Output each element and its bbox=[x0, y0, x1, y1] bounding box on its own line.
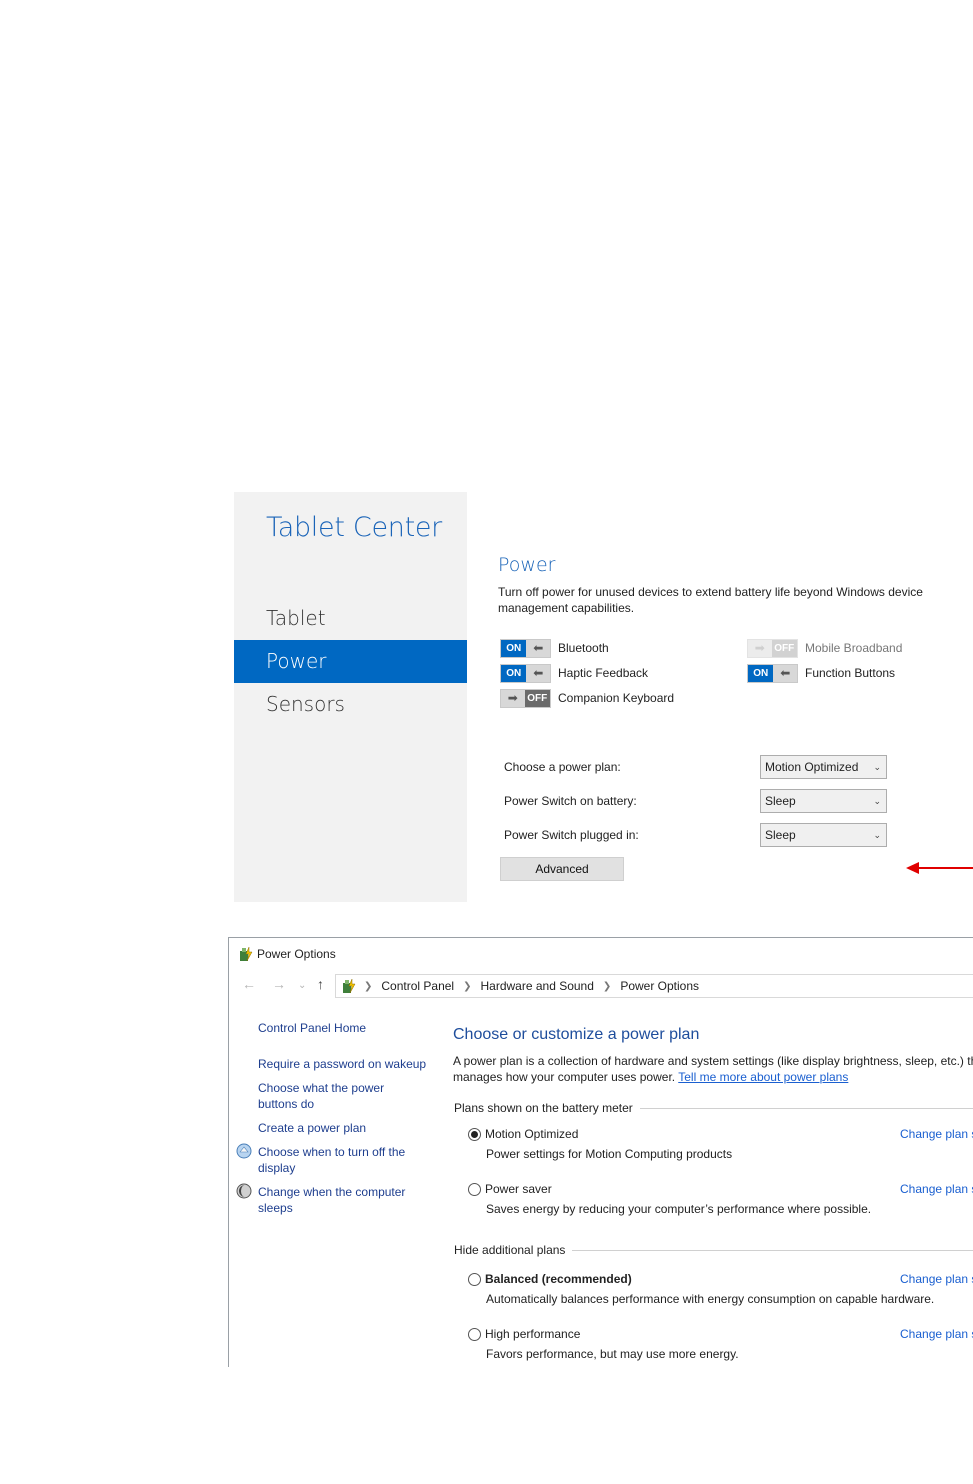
bluetooth-toggle[interactable]: ON ⬅ bbox=[500, 638, 551, 658]
tablet-center-sidebar: Tablet Center Tablet Power Sensors bbox=[234, 492, 467, 902]
address-bar: ← → ⌄ ↑ ❯ Control Panel ❯ Hardware and S… bbox=[229, 974, 973, 998]
breadcrumb-control-panel[interactable]: Control Panel bbox=[381, 979, 454, 993]
arrow-left-icon: ⬅ bbox=[526, 664, 550, 682]
switch-battery-label: Power Switch on battery: bbox=[504, 794, 637, 808]
annotation-arrow-icon bbox=[906, 862, 973, 874]
advanced-button[interactable]: Advanced bbox=[500, 857, 624, 881]
plan-radio[interactable] bbox=[468, 1328, 481, 1341]
plan-description: Power settings for Motion Computing prod… bbox=[486, 1147, 733, 1161]
change-plan-settings-link[interactable]: Change plan settings bbox=[900, 1182, 973, 1196]
dropdown-value: Sleep bbox=[765, 828, 796, 842]
toggle-label: Bluetooth bbox=[558, 641, 609, 655]
plan-description: Automatically balances performance with … bbox=[486, 1292, 935, 1306]
change-plan-settings-link[interactable]: Change plan settings bbox=[900, 1327, 973, 1341]
dropdown-value: Sleep bbox=[765, 794, 796, 808]
control-panel-icon bbox=[343, 978, 356, 994]
recent-chevron-down-icon[interactable]: ⌄ bbox=[298, 980, 306, 991]
sleep-moon-icon bbox=[236, 1183, 252, 1199]
page-description: A power plan is a collection of hardware… bbox=[453, 1053, 973, 1085]
switch-battery-dropdown[interactable]: Sleep ⌄ bbox=[760, 789, 887, 813]
toggle-row-mobile-broadband: ➡ OFF Mobile Broadband bbox=[747, 638, 902, 658]
breadcrumb-chevron-icon: ❯ bbox=[463, 980, 472, 992]
plan-radio[interactable] bbox=[468, 1273, 481, 1286]
hidden-plans-group-header[interactable]: Hide additional plans bbox=[454, 1243, 973, 1257]
function-buttons-toggle[interactable]: ON ⬅ bbox=[747, 663, 798, 683]
nav-item-sensors[interactable]: Sensors bbox=[234, 683, 467, 726]
plan-radio[interactable] bbox=[468, 1128, 481, 1141]
create-plan-link[interactable]: Create a power plan bbox=[258, 1120, 433, 1136]
page-title: Choose or customize a power plan bbox=[453, 1026, 700, 1043]
arrow-right-icon: ➡ bbox=[501, 689, 525, 707]
display-icon bbox=[236, 1143, 252, 1159]
arrow-left-icon: ⬅ bbox=[773, 664, 797, 682]
computer-sleeps-link[interactable]: Change when the computer sleeps bbox=[258, 1184, 418, 1216]
toggle-label: Haptic Feedback bbox=[558, 666, 649, 680]
learn-more-link[interactable]: Tell me more about power plans bbox=[678, 1070, 848, 1084]
change-plan-settings-link[interactable]: Change plan settings bbox=[900, 1272, 973, 1286]
breadcrumb-hardware-sound[interactable]: Hardware and Sound bbox=[481, 979, 594, 993]
arrow-left-icon: ⬅ bbox=[526, 639, 550, 657]
plan-name[interactable]: Power saver bbox=[485, 1182, 552, 1196]
companion-keyboard-toggle[interactable]: ➡ OFF bbox=[500, 688, 551, 708]
chevron-down-icon: ⌄ bbox=[873, 796, 881, 806]
toggle-label: Function Buttons bbox=[805, 666, 896, 680]
nav-item-power[interactable]: Power bbox=[234, 640, 467, 683]
breadcrumb-power-options[interactable]: Power Options bbox=[620, 979, 699, 993]
section-description: Turn off power for unused devices to ext… bbox=[498, 585, 923, 615]
toggle-state: OFF bbox=[524, 689, 550, 707]
toggle-label: Mobile Broadband bbox=[805, 641, 903, 655]
plan-name[interactable]: Motion Optimized bbox=[485, 1127, 578, 1141]
plan-description: Favors performance, but may use more ene… bbox=[486, 1347, 739, 1361]
breadcrumb-chevron-icon: ❯ bbox=[602, 980, 612, 992]
toggle-row-function-buttons: ON ⬅ Function Buttons bbox=[747, 663, 895, 683]
power-plan-label: Choose a power plan: bbox=[504, 760, 621, 774]
plan-radio[interactable] bbox=[468, 1183, 481, 1196]
up-arrow-icon[interactable]: ↑ bbox=[317, 976, 324, 992]
toggle-row-companion-keyboard: ➡ OFF Companion Keyboard bbox=[500, 688, 674, 708]
group-title: Plans shown on the battery meter bbox=[454, 1101, 633, 1115]
toggle-label: Companion Keyboard bbox=[558, 691, 675, 705]
mobile-broadband-toggle: ➡ OFF bbox=[747, 638, 798, 658]
chevron-down-icon: ⌄ bbox=[873, 762, 881, 772]
divider bbox=[639, 1107, 973, 1109]
turn-off-display-link[interactable]: Choose when to turn off the display bbox=[258, 1144, 418, 1176]
plan-name[interactable]: Balanced (recommended) bbox=[485, 1272, 632, 1286]
power-panel: Power Turn off power for unused devices … bbox=[498, 492, 973, 902]
toggle-state: ON bbox=[501, 664, 527, 682]
arrow-right-icon: ➡ bbox=[748, 639, 772, 657]
toggle-state: ON bbox=[748, 664, 774, 682]
toggle-state: OFF bbox=[771, 639, 797, 657]
power-plan-dropdown[interactable]: Motion Optimized ⌄ bbox=[760, 755, 887, 779]
plan-name[interactable]: High performance bbox=[485, 1327, 580, 1341]
app-title: Tablet Center bbox=[266, 512, 442, 543]
window-title: Power Options bbox=[257, 947, 336, 961]
toggle-row-bluetooth: ON ⬅ Bluetooth bbox=[500, 638, 609, 658]
nav-item-tablet[interactable]: Tablet bbox=[234, 597, 467, 640]
chevron-down-icon: ⌄ bbox=[873, 830, 881, 840]
tablet-center-window: Tablet Center Tablet Power Sensors Power… bbox=[234, 492, 973, 902]
switch-plugged-dropdown[interactable]: Sleep ⌄ bbox=[760, 823, 887, 847]
switch-plugged-label: Power Switch plugged in: bbox=[504, 828, 639, 842]
group-title[interactable]: Hide additional plans bbox=[454, 1243, 565, 1257]
toggle-state: ON bbox=[501, 639, 527, 657]
dropdown-value: Motion Optimized bbox=[765, 760, 859, 774]
battery-meter-group-header: Plans shown on the battery meter bbox=[454, 1101, 973, 1115]
power-buttons-link[interactable]: Choose what the power buttons do bbox=[258, 1080, 398, 1112]
control-panel-home-link[interactable]: Control Panel Home bbox=[258, 1020, 433, 1036]
divider bbox=[572, 1249, 973, 1251]
forward-arrow-icon[interactable]: → bbox=[272, 976, 286, 992]
breadcrumb-chevron-icon: ❯ bbox=[364, 980, 373, 992]
haptic-feedback-toggle[interactable]: ON ⬅ bbox=[500, 663, 551, 683]
change-plan-settings-link[interactable]: Change plan settings bbox=[900, 1127, 973, 1141]
back-arrow-icon[interactable]: ← bbox=[242, 976, 256, 992]
toggle-row-haptic: ON ⬅ Haptic Feedback bbox=[500, 663, 648, 683]
plan-description: Saves energy by reducing your computer’s… bbox=[486, 1202, 872, 1216]
power-options-window: Power Options ← → ⌄ ↑ ❯ Control Panel ❯ … bbox=[228, 937, 973, 1367]
breadcrumb[interactable]: ❯ Control Panel ❯ Hardware and Sound ❯ P… bbox=[335, 974, 973, 998]
section-heading: Power bbox=[498, 554, 556, 576]
require-password-link[interactable]: Require a password on wakeup bbox=[258, 1056, 433, 1072]
power-options-icon bbox=[240, 946, 253, 962]
window-titlebar: Power Options bbox=[229, 938, 973, 970]
